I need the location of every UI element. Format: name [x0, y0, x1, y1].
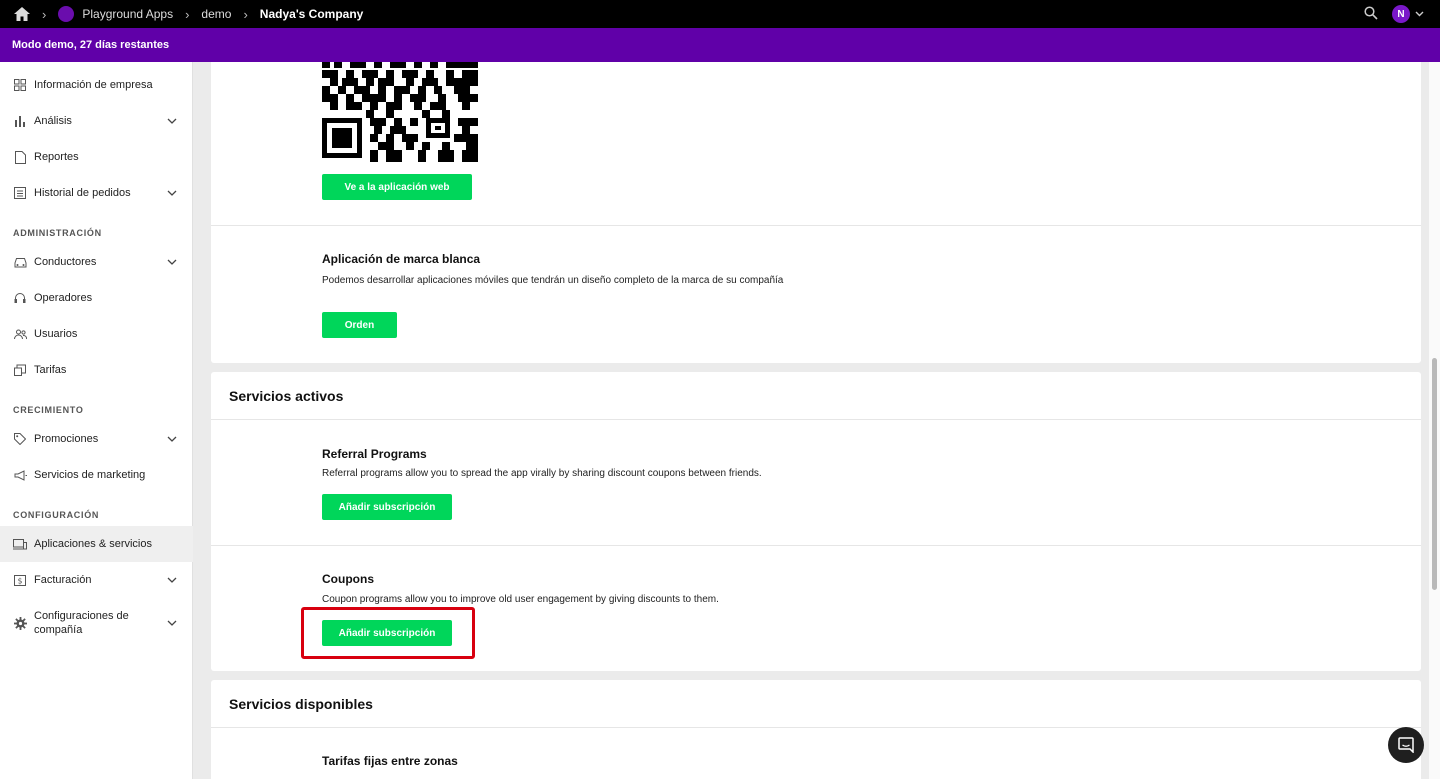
sidebar-item-billing[interactable]: $ Facturación [0, 562, 193, 598]
sidebar-item-tariffs[interactable]: Tarifas [0, 352, 193, 388]
sidebar-item-label: Configuraciones de compañía [34, 610, 129, 636]
search-icon[interactable] [1364, 5, 1378, 23]
sidebar-item-label: Promociones [34, 433, 99, 445]
qr-code-image [322, 62, 478, 162]
order-button[interactable]: Orden [322, 312, 397, 338]
chevron-down-icon [167, 259, 177, 265]
sidebar: Información de empresa Análisis Reportes… [0, 62, 193, 779]
sidebar-item-label: Servicios de marketing [34, 469, 146, 481]
sidebar-item-order-history[interactable]: Historial de pedidos [0, 175, 193, 211]
section-title-configuration: CONFIGURACIÓN [13, 510, 100, 520]
sidebar-item-label: Usuarios [34, 328, 78, 340]
list-icon [13, 186, 27, 200]
sidebar-item-label: Aplicaciones & servicios [34, 538, 152, 550]
chevron-down-icon [167, 118, 177, 124]
home-icon[interactable] [14, 6, 30, 22]
sidebar-item-analysis[interactable]: Análisis [0, 103, 193, 139]
divider [211, 225, 1421, 226]
headset-icon [13, 291, 27, 305]
devices-icon [13, 537, 27, 551]
white-label-description: Podemos desarrollar aplicaciones móviles… [322, 275, 784, 286]
gear-icon [13, 616, 27, 630]
users-icon [13, 327, 27, 341]
sidebar-item-reports[interactable]: Reportes [0, 139, 193, 175]
coupons-description: Coupon programs allow you to improve old… [322, 594, 719, 605]
app-logo-icon [58, 6, 75, 22]
breadcrumb-apps[interactable]: Playground Apps [82, 7, 173, 21]
svg-text:$: $ [18, 576, 23, 585]
tag-icon [13, 432, 27, 446]
breadcrumb-demo[interactable]: demo [201, 7, 231, 21]
breadcrumb-company[interactable]: Nadya's Company [260, 7, 364, 21]
sidebar-item-drivers[interactable]: Conductores [0, 244, 193, 280]
top-bar: › Playground Apps › demo › Nadya's Compa… [0, 0, 1440, 28]
sidebar-item-operators[interactable]: Operadores [0, 280, 193, 316]
section-title-growth: CRECIMIENTO [13, 405, 84, 415]
available-services-card: Servicios disponibles Tarifas fijas entr… [211, 680, 1421, 779]
apps-card: Ve a la aplicación web Aplicación de mar… [211, 62, 1421, 363]
grid-icon [13, 78, 27, 92]
sidebar-item-label: Análisis [34, 115, 72, 127]
sidebar-item-label: Reportes [34, 151, 79, 163]
zone-fixed-tariffs-title: Tarifas fijas entre zonas [322, 754, 458, 768]
sidebar-item-apps-services[interactable]: Aplicaciones & servicios [0, 526, 193, 562]
sidebar-item-marketing[interactable]: Servicios de marketing [0, 457, 193, 493]
add-subscription-referral-button[interactable]: Añadir subscripción [322, 494, 452, 520]
sidebar-item-users[interactable]: Usuarios [0, 316, 193, 352]
chevron-right-icon: › [42, 6, 47, 22]
sidebar-item-label: Información de empresa [34, 79, 153, 91]
white-label-title: Aplicación de marca blanca [322, 252, 481, 266]
sidebar-item-label: Historial de pedidos [34, 187, 131, 199]
car-icon [13, 255, 27, 269]
available-services-header: Servicios disponibles [211, 680, 1421, 728]
chevron-down-icon [167, 577, 177, 583]
chevron-down-icon [1415, 11, 1424, 17]
chevron-right-icon: › [243, 6, 248, 22]
referral-programs-description: Referral programs allow you to spread th… [322, 468, 762, 479]
sidebar-item-label: Conductores [34, 256, 97, 268]
referral-programs-title: Referral Programs [322, 447, 427, 461]
scrollbar-thumb[interactable] [1432, 358, 1437, 590]
chevron-right-icon: › [185, 6, 190, 22]
section-title-administration: ADMINISTRACIÓN [13, 228, 102, 238]
sidebar-item-company-settings[interactable]: Configuraciones de compañía [0, 603, 193, 643]
tariff-icon [13, 363, 27, 377]
sidebar-item-company-info[interactable]: Información de empresa [0, 67, 193, 103]
coupons-title: Coupons [322, 572, 374, 586]
highlight-box [301, 607, 475, 659]
sidebar-item-label: Tarifas [34, 364, 67, 376]
active-services-header: Servicios activos [211, 372, 1421, 420]
chevron-down-icon [167, 190, 177, 196]
sidebar-item-label: Operadores [34, 292, 93, 304]
chevron-down-icon [167, 436, 177, 442]
avatar[interactable]: N [1392, 5, 1410, 23]
divider [211, 545, 1421, 546]
account-menu[interactable]: N [1392, 5, 1424, 23]
chat-button[interactable] [1388, 727, 1424, 763]
document-icon [13, 150, 27, 164]
demo-banner-text: Modo demo, 27 días restantes [12, 39, 170, 51]
go-to-webapp-button[interactable]: Ve a la aplicación web [322, 174, 472, 200]
chat-icon [1398, 737, 1414, 753]
sidebar-item-promotions[interactable]: Promociones [0, 421, 193, 457]
billing-icon: $ [13, 573, 27, 587]
scrollbar[interactable] [1429, 62, 1440, 779]
sidebar-item-label: Facturación [34, 574, 92, 586]
demo-banner: Modo demo, 27 días restantes [0, 28, 1440, 62]
chevron-down-icon [167, 620, 177, 626]
megaphone-icon [13, 468, 27, 482]
bar-chart-icon [13, 114, 27, 128]
